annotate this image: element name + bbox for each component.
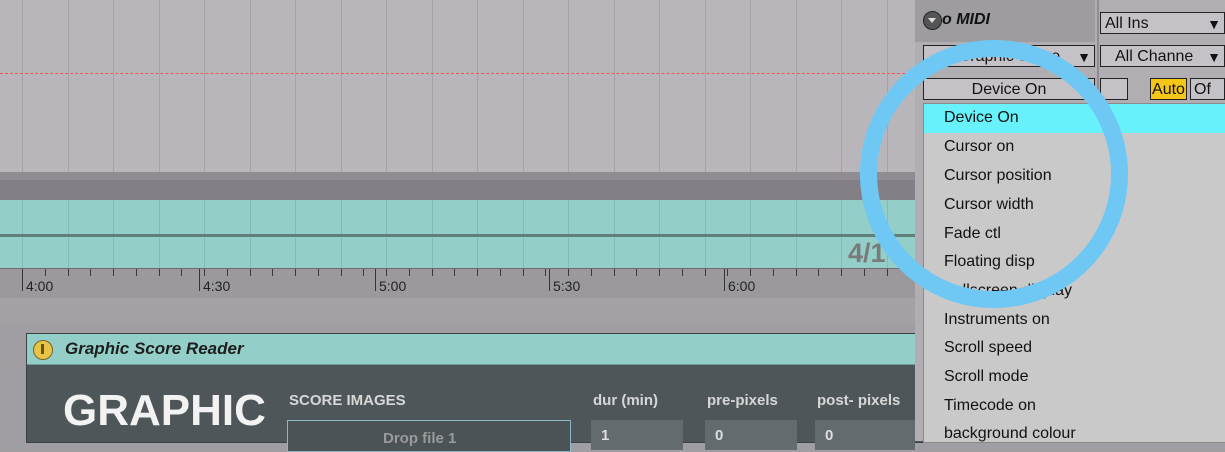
ruler-tick xyxy=(318,269,319,276)
grid-line xyxy=(750,0,751,180)
ruler-gap xyxy=(0,298,915,323)
ruler-tick xyxy=(659,269,660,276)
clip-divider xyxy=(0,234,915,237)
device-title: Graphic Score Reader xyxy=(65,339,244,358)
grid-line xyxy=(523,0,524,180)
ruler-marker: 4:30 xyxy=(199,269,230,294)
dur-field[interactable]: 1 xyxy=(591,420,683,450)
grid-line xyxy=(204,0,205,180)
ruler-tick xyxy=(545,269,546,276)
ruler-tick xyxy=(113,269,114,276)
monitor-in-button[interactable] xyxy=(1100,78,1128,100)
grid-line xyxy=(295,0,296,180)
post-pixels-field[interactable]: 0 xyxy=(815,420,915,450)
ruler-marker: 5:30 xyxy=(549,269,580,294)
ruler-tick xyxy=(454,269,455,276)
grid-line xyxy=(432,0,433,180)
grid-line xyxy=(68,0,69,180)
ruler-tick xyxy=(159,269,160,276)
ruler-marker: 6:00 xyxy=(724,269,755,294)
ruler-marker: 5:00 xyxy=(375,269,406,294)
input-channel-value: All Channe xyxy=(1115,48,1194,65)
monitor-off-label: Of xyxy=(1194,81,1211,98)
grid-line xyxy=(841,0,842,180)
ruler-tick xyxy=(818,269,819,276)
ruler-tick xyxy=(864,269,865,276)
score-images-label: SCORE IMAGES xyxy=(289,392,406,409)
grid-line xyxy=(477,0,478,180)
track-separator xyxy=(0,172,915,180)
dropdown-arrow-icon: ▼ xyxy=(1207,16,1221,32)
ruler-tick xyxy=(136,269,137,276)
column-header-dur: dur (min) xyxy=(593,392,658,409)
dropdown-arrow-icon: ▼ xyxy=(1077,49,1091,65)
track-title: o MIDI xyxy=(942,11,990,28)
ruler-tick xyxy=(68,269,69,276)
highlight-circle xyxy=(860,40,1128,308)
grid-line xyxy=(568,0,569,180)
ruler-tick xyxy=(295,269,296,276)
grid-line xyxy=(159,0,160,180)
device-big-title: GRAPHIC xyxy=(63,386,266,435)
menu-item-scroll-mode[interactable]: Scroll mode xyxy=(924,363,1225,392)
monitor-off-button[interactable]: Of xyxy=(1190,78,1225,100)
ruler-tick xyxy=(887,269,888,276)
grid-line xyxy=(250,0,251,180)
track-separator-dark xyxy=(0,180,915,200)
ruler-tick xyxy=(477,269,478,276)
menu-item-instruments-on[interactable]: Instruments on xyxy=(924,306,1225,335)
grid-line xyxy=(705,0,706,180)
input-type-select[interactable]: All Ins ▼ xyxy=(1100,12,1225,34)
drop-file-label: Drop file 1 xyxy=(383,430,457,447)
ruler-tick xyxy=(636,269,637,276)
ruler-tick xyxy=(500,269,501,276)
ruler-tick xyxy=(682,269,683,276)
grid-line xyxy=(341,0,342,180)
power-icon[interactable] xyxy=(33,340,53,360)
ruler-tick xyxy=(841,269,842,276)
menu-item-background-colour[interactable]: background colour xyxy=(924,420,1225,449)
grid-line xyxy=(796,0,797,180)
device-panel: Graphic Score Reader GRAPHIC SCORE IMAGE… xyxy=(26,333,928,452)
ruler-tick xyxy=(250,269,251,276)
grid-line xyxy=(614,0,615,180)
input-type-value: All Ins xyxy=(1105,15,1149,32)
column-header-pre-pixels: pre-pixels xyxy=(707,392,778,409)
ruler-tick xyxy=(796,269,797,276)
grid-line xyxy=(113,0,114,180)
ruler-tick xyxy=(363,269,364,276)
grid-line xyxy=(659,0,660,180)
column-header-post-pixels: post- pixels xyxy=(817,392,901,409)
ruler-tick xyxy=(705,269,706,276)
ruler-tick xyxy=(432,269,433,276)
ruler-tick xyxy=(90,269,91,276)
monitor-auto-button[interactable]: Auto xyxy=(1150,78,1187,100)
ruler-marker: 4:00 xyxy=(22,269,53,294)
pre-pixels-field[interactable]: 0 xyxy=(705,420,797,450)
dropdown-arrow-icon: ▼ xyxy=(1207,49,1221,65)
device-header: Graphic Score Reader xyxy=(27,334,927,365)
time-ruler[interactable]: 4:00 4:30 5:00 5:30 6:00 xyxy=(0,268,915,299)
ruler-tick xyxy=(614,269,615,276)
ruler-tick xyxy=(341,269,342,276)
arrangement-view[interactable] xyxy=(0,0,915,180)
grid-line xyxy=(22,0,23,180)
ruler-tick xyxy=(773,269,774,276)
ruler-tick xyxy=(181,269,182,276)
menu-item-scroll-speed[interactable]: Scroll speed xyxy=(924,334,1225,363)
ruler-tick xyxy=(591,269,592,276)
ruler-tick xyxy=(523,269,524,276)
ruler-tick xyxy=(272,269,273,276)
input-channel-select[interactable]: All Channe ▼ xyxy=(1100,45,1225,67)
track-fold-icon[interactable] xyxy=(923,11,942,30)
menu-item-timecode-on[interactable]: Timecode on xyxy=(924,392,1225,421)
loop-guide-line xyxy=(0,73,915,74)
grid-line xyxy=(386,0,387,180)
ruler-tick xyxy=(409,269,410,276)
